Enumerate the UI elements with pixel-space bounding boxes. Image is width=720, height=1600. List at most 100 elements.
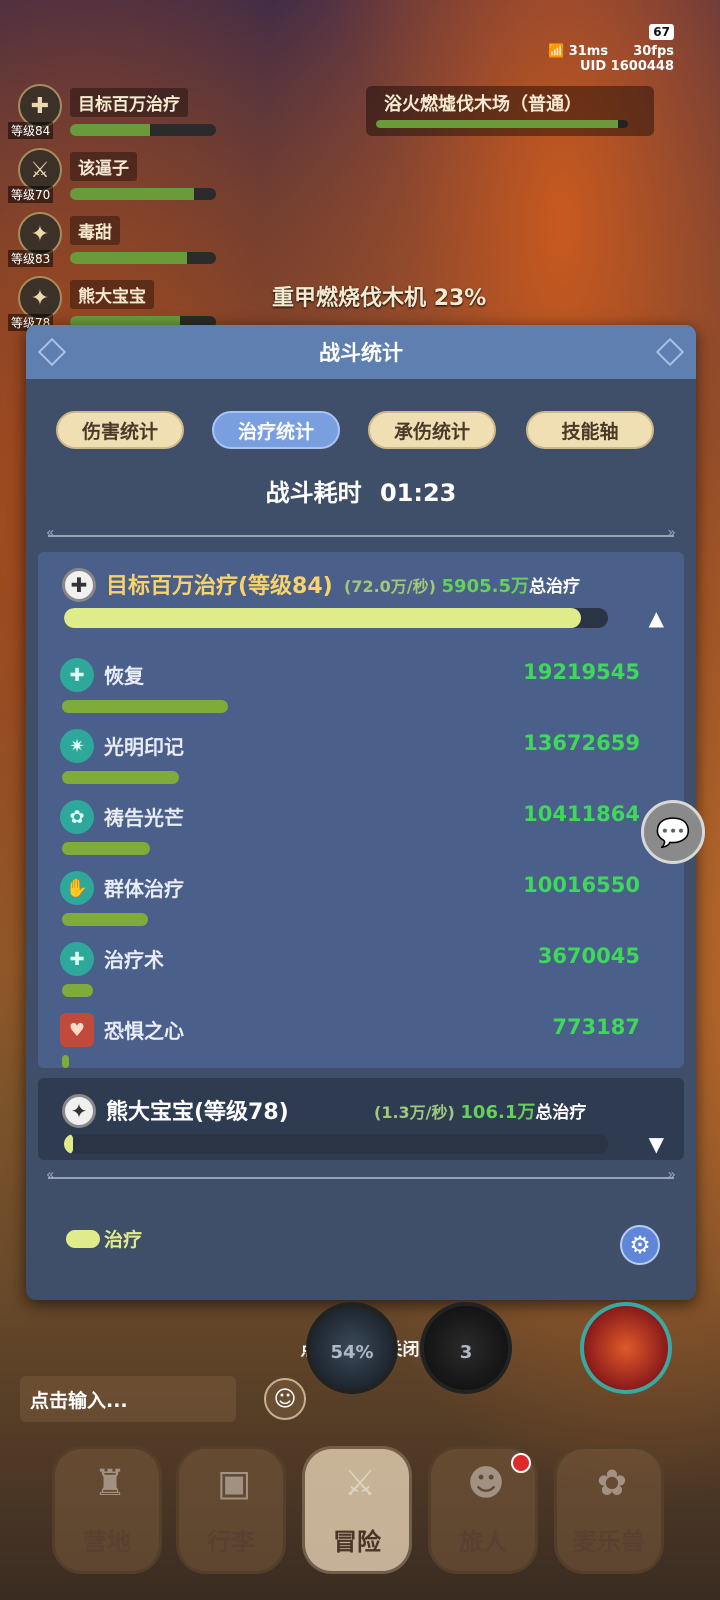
member-hp-fill <box>70 252 187 264</box>
skill-name: 光明印记 <box>104 735 184 759</box>
star-icon: ✷ <box>60 729 94 763</box>
skill-value: 19219545 <box>523 660 640 684</box>
boss-name: 重甲燃烧伐木机 <box>272 286 427 311</box>
skill-bar <box>62 984 94 997</box>
heart-icon: ♥ <box>60 1013 94 1047</box>
player-total: 106.1万 <box>460 1102 536 1123</box>
legend-label: 治疗 <box>104 1229 143 1251</box>
battle-duration: 战斗耗时 01:23 <box>26 473 696 508</box>
boss-percent: 23% <box>433 286 487 311</box>
skill-slot[interactable]: 54% <box>306 1302 398 1394</box>
player-total: 5905.5万 <box>441 576 529 597</box>
skill-slot[interactable] <box>580 1302 672 1394</box>
chest-icon: ▣ <box>216 1463 251 1504</box>
member-hp-fill <box>70 124 151 136</box>
corner-ornament-icon <box>37 337 67 367</box>
skill-name: 治疗术 <box>104 948 164 972</box>
nav-pet[interactable]: ✿ 麦乐兽 <box>554 1446 664 1574</box>
skill-value: 10411864 <box>523 802 640 826</box>
slot-label: 3 <box>459 1342 473 1363</box>
claw-icon: ✦ <box>62 1094 96 1128</box>
skill-name: 恢复 <box>104 664 144 688</box>
divider <box>46 525 676 541</box>
zone-progress-bar <box>376 120 628 128</box>
nav-label: 旅人 <box>459 1528 507 1556</box>
player-rate: (1.3万/秒) 106.1万总治疗 <box>374 1102 587 1123</box>
battle-stats-panel: 战斗统计 伤害统计 治疗统计 承伤统计 技能轴 战斗耗时 01:23 ✚ 目标百… <box>26 325 696 1300</box>
member-name: 该逼子 <box>70 152 137 181</box>
member-level: 等级83 <box>8 250 54 267</box>
member-hp-bar <box>70 188 216 200</box>
skill-value: 3670045 <box>537 944 640 968</box>
player-total-label: 总治疗 <box>529 577 580 597</box>
party-member[interactable]: ✚ 等级84 目标百万治疗 <box>8 82 218 146</box>
player-card[interactable]: ✦ 熊大宝宝(等级78) (1.3万/秒) 106.1万总治疗 ▼ <box>38 1078 684 1160</box>
skill-bar <box>62 1055 69 1068</box>
player-rate: (72.0万/秒) 5905.5万总治疗 <box>344 576 580 597</box>
skill-row: ✷ 光明印记 13672659 <box>60 729 640 789</box>
member-level: 等级84 <box>8 122 54 139</box>
settings-gear-icon[interactable]: ⚙ <box>620 1225 660 1265</box>
player-heal-bar-fill <box>64 1134 74 1154</box>
member-name: 目标百万治疗 <box>70 88 188 117</box>
corner-ornament-icon <box>655 337 685 367</box>
boss-status: 重甲燃烧伐木机 23% <box>272 280 486 312</box>
character-icon: ☻ <box>467 1463 505 1504</box>
ping-readout: 📶 31ms <box>548 44 609 59</box>
member-level: 等级70 <box>8 186 54 203</box>
emoji-icon[interactable]: ☺ <box>264 1378 306 1420</box>
skill-row: ♥ 恐惧之心 773187 <box>60 1013 640 1073</box>
panel-title: 战斗统计 <box>319 341 403 365</box>
battery-indicator: 67 <box>649 24 674 40</box>
tab-skill-timeline[interactable]: 技能轴 <box>526 411 654 449</box>
fps-readout: 30fps <box>633 44 674 59</box>
hands-icon: ✋ <box>60 871 94 905</box>
pet-icon: ✿ <box>596 1463 628 1504</box>
skill-name: 恐惧之心 <box>104 1019 184 1043</box>
player-card[interactable]: ✚ 目标百万治疗(等级84) (72.0万/秒) 5905.5万总治疗 ▲ ✚ … <box>38 552 684 1068</box>
skill-row: ✚ 治疗术 3670045 <box>60 942 640 1002</box>
pray-icon: ✿ <box>60 800 94 834</box>
player-heal-bar <box>64 608 608 628</box>
skill-slot[interactable]: 3 <box>420 1302 512 1394</box>
party-member[interactable]: ⚔ 等级70 该逼子 <box>8 146 218 210</box>
player-name: 熊大宝宝(等级78) <box>106 1100 289 1125</box>
nav-traveler[interactable]: ☻ 旅人 <box>428 1446 538 1574</box>
nav-label: 冒险 <box>333 1528 381 1556</box>
party-list: ✚ 等级84 目标百万治疗 ⚔ 等级70 该逼子 ✦ 等级83 毒甜 ✦ 等级7… <box>8 82 218 338</box>
zone-progress: 浴火燃墟伐木场（普通） <box>366 86 654 136</box>
nav-adventure[interactable]: ⚔ 冒险 <box>302 1446 412 1574</box>
skill-bar <box>62 771 179 784</box>
nav-luggage[interactable]: ▣ 行李 <box>176 1446 286 1574</box>
player-total-label: 总治疗 <box>535 1103 587 1123</box>
member-hp-fill <box>70 188 195 200</box>
collapse-arrow-icon[interactable]: ▲ <box>649 606 664 630</box>
slot-label: 54% <box>330 1342 374 1363</box>
cross-icon: ✚ <box>62 568 96 602</box>
bottom-nav: ♜ 营地 ▣ 行李 ⚔ 冒险 ☻ 旅人 ✿ 麦乐兽 <box>0 1446 720 1600</box>
player-heal-bar-fill <box>64 608 581 628</box>
nav-label: 麦乐兽 <box>573 1528 645 1556</box>
tab-damage[interactable]: 伤害统计 <box>56 411 184 449</box>
tab-damage-taken[interactable]: 承伤统计 <box>368 411 496 449</box>
skill-name: 祷告光芒 <box>104 806 184 830</box>
divider <box>46 1167 676 1183</box>
tab-healing[interactable]: 治疗统计 <box>212 411 340 449</box>
skill-value: 13672659 <box>523 731 640 755</box>
nav-label: 行李 <box>207 1528 255 1556</box>
chat-input[interactable]: 点击输入... <box>20 1376 236 1422</box>
duration-label: 战斗耗时 <box>265 479 362 507</box>
skill-value: 10016550 <box>523 873 640 897</box>
skill-row: ✿ 祷告光芒 10411864 <box>60 800 640 860</box>
party-member[interactable]: ✦ 等级83 毒甜 <box>8 210 218 274</box>
expand-arrow-icon[interactable]: ▼ <box>649 1132 664 1156</box>
skill-value: 773187 <box>552 1015 640 1039</box>
member-name: 熊大宝宝 <box>70 280 154 309</box>
nav-camp[interactable]: ♜ 营地 <box>52 1446 162 1574</box>
castle-icon: ♜ <box>93 1463 127 1504</box>
chat-bubble-button[interactable]: 💬 <box>641 800 705 864</box>
chart-legend: 治疗 <box>66 1225 142 1252</box>
skill-row: ✋ 群体治疗 10016550 <box>60 871 640 931</box>
duration-value: 01:23 <box>379 479 457 507</box>
stats-tabs: 伤害统计 治疗统计 承伤统计 技能轴 <box>56 411 668 449</box>
